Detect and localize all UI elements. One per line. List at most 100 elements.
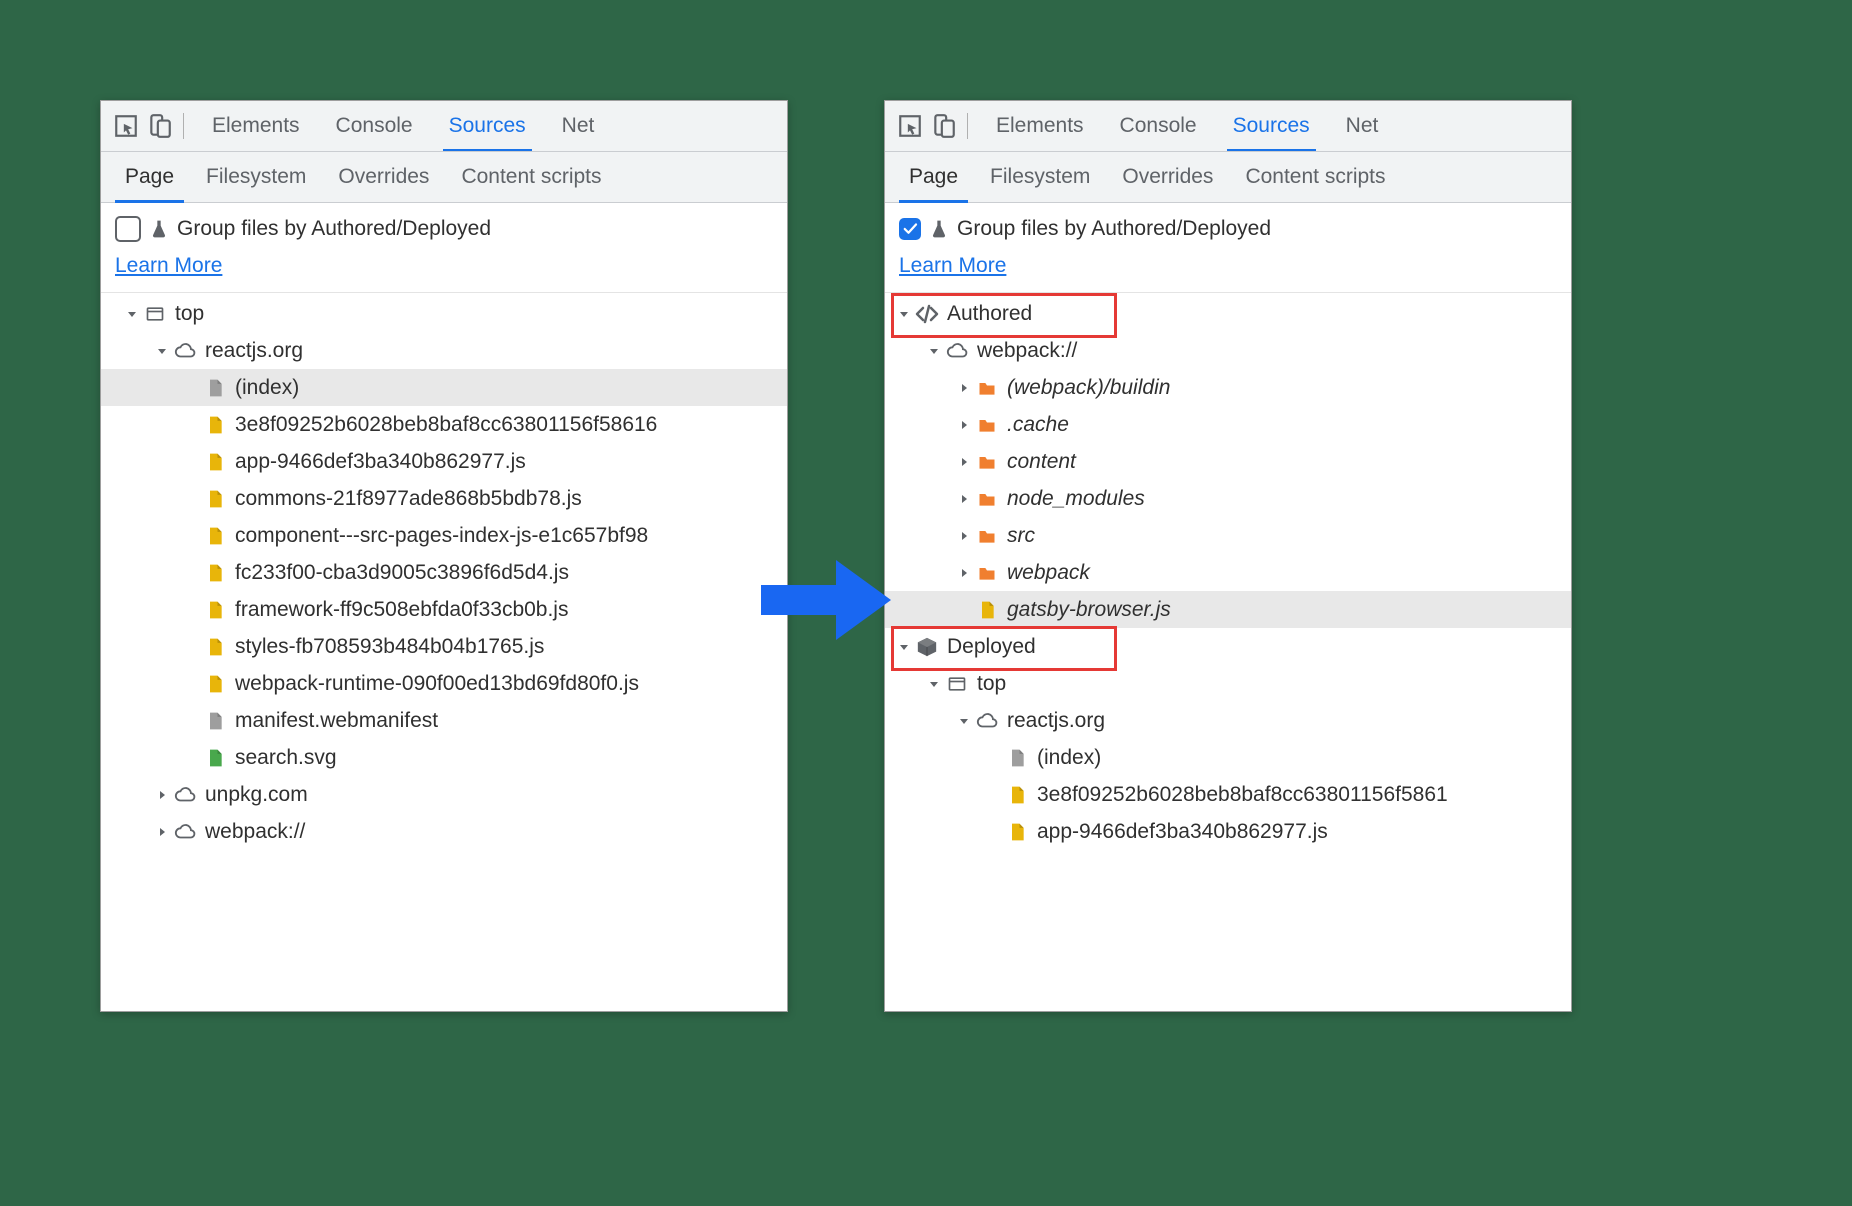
folder-icon	[975, 563, 999, 583]
tree-item[interactable]: app-9466def3ba340b862977.js	[885, 813, 1571, 850]
chevron-right-icon[interactable]	[957, 567, 971, 579]
tree-item[interactable]: src	[885, 517, 1571, 554]
tree-item[interactable]: manifest.webmanifest	[101, 702, 787, 739]
tab-console[interactable]: Console	[322, 101, 427, 151]
js-file-icon	[203, 637, 227, 657]
chevron-down-icon[interactable]	[897, 641, 911, 653]
subtab-filesystem[interactable]: Filesystem	[976, 152, 1104, 202]
toolbar-divider	[183, 113, 184, 139]
tab-elements[interactable]: Elements	[982, 101, 1098, 151]
learn-more-link[interactable]: Learn More	[115, 250, 222, 283]
group-by-checkbox[interactable]	[115, 216, 141, 242]
chevron-down-icon[interactable]	[957, 715, 971, 727]
chevron-right-icon[interactable]	[957, 530, 971, 542]
tree-item-label: Deployed	[947, 635, 1036, 659]
folder-icon	[975, 378, 999, 398]
device-toggle-icon[interactable]	[147, 113, 173, 139]
transition-arrow	[756, 550, 896, 650]
tree-item[interactable]: webpack://	[101, 813, 787, 850]
tree-item[interactable]: webpack-runtime-090f00ed13bd69fd80f0.js	[101, 665, 787, 702]
sources-subtabs: Page Filesystem Overrides Content script…	[885, 152, 1571, 203]
tree-item-label: .cache	[1007, 413, 1069, 437]
chevron-right-icon[interactable]	[957, 493, 971, 505]
tree-item-label: search.svg	[235, 746, 337, 770]
cloud-icon	[975, 710, 999, 732]
tree-item[interactable]: top	[101, 295, 787, 332]
tree-item-label: top	[977, 672, 1006, 696]
tab-console[interactable]: Console	[1106, 101, 1211, 151]
tree-item[interactable]: 3e8f09252b6028beb8baf8cc63801156f58616	[101, 406, 787, 443]
subtab-page[interactable]: Page	[895, 152, 972, 202]
inspect-icon[interactable]	[113, 113, 139, 139]
chevron-right-icon[interactable]	[957, 419, 971, 431]
subtab-content-scripts[interactable]: Content scripts	[447, 152, 615, 202]
chevron-down-icon[interactable]	[927, 678, 941, 690]
group-by-checkbox[interactable]	[899, 218, 921, 240]
chevron-right-icon[interactable]	[155, 826, 169, 838]
devtools-panel-before: Elements Console Sources Net Page Filesy…	[100, 100, 788, 1012]
subtab-filesystem[interactable]: Filesystem	[192, 152, 320, 202]
chevron-right-icon[interactable]	[957, 456, 971, 468]
cube-icon	[915, 636, 939, 658]
tab-network[interactable]: Net	[548, 101, 609, 151]
tab-sources[interactable]: Sources	[1219, 101, 1324, 151]
tree-item[interactable]: top	[885, 665, 1571, 702]
subtab-overrides[interactable]: Overrides	[324, 152, 443, 202]
tree-item[interactable]: reactjs.org	[101, 332, 787, 369]
subtab-page[interactable]: Page	[111, 152, 188, 202]
js-file-icon	[203, 600, 227, 620]
js-file-icon	[203, 452, 227, 472]
chevron-right-icon[interactable]	[957, 382, 971, 394]
tree-item[interactable]: 3e8f09252b6028beb8baf8cc63801156f5861	[885, 776, 1571, 813]
learn-more-link[interactable]: Learn More	[899, 250, 1006, 283]
subtab-content-scripts[interactable]: Content scripts	[1231, 152, 1399, 202]
tree-item-label: webpack://	[977, 339, 1077, 363]
chevron-down-icon[interactable]	[155, 345, 169, 357]
tree-item[interactable]: framework-ff9c508ebfda0f33cb0b.js	[101, 591, 787, 628]
tree-item[interactable]: component---src-pages-index-js-e1c657bf9…	[101, 517, 787, 554]
tree-item[interactable]: node_modules	[885, 480, 1571, 517]
tree-item-label: node_modules	[1007, 487, 1145, 511]
tree-item[interactable]: app-9466def3ba340b862977.js	[101, 443, 787, 480]
tree-item[interactable]: fc233f00-cba3d9005c3896f6d5d4.js	[101, 554, 787, 591]
tab-network[interactable]: Net	[1332, 101, 1393, 151]
tree-item-label: fc233f00-cba3d9005c3896f6d5d4.js	[235, 561, 569, 585]
frame-icon	[945, 674, 969, 694]
tab-elements[interactable]: Elements	[198, 101, 314, 151]
tree-item[interactable]: unpkg.com	[101, 776, 787, 813]
tree-item[interactable]: Deployed	[885, 628, 1571, 665]
tree-item[interactable]: (webpack)/buildin	[885, 369, 1571, 406]
tree-item[interactable]: (index)	[101, 369, 787, 406]
main-toolbar: Elements Console Sources Net	[885, 101, 1571, 152]
cloud-icon	[173, 784, 197, 806]
chevron-down-icon[interactable]	[125, 308, 139, 320]
tree-item[interactable]: commons-21f8977ade868b5bdb78.js	[101, 480, 787, 517]
tree-item-label: 3e8f09252b6028beb8baf8cc63801156f5861	[1037, 783, 1448, 807]
tree-item[interactable]: .cache	[885, 406, 1571, 443]
tree-item-label: webpack	[1007, 561, 1090, 585]
devtools-panel-after: Elements Console Sources Net Page Filesy…	[884, 100, 1572, 1012]
tree-item-label: (index)	[1037, 746, 1101, 770]
tree-item-label: webpack-runtime-090f00ed13bd69fd80f0.js	[235, 672, 639, 696]
tree-item[interactable]: Authored	[885, 295, 1571, 332]
tree-item[interactable]: styles-fb708593b484b04b1765.js	[101, 628, 787, 665]
file-tree: topreactjs.org(index)3e8f09252b6028beb8b…	[101, 293, 787, 850]
js-file-icon	[203, 674, 227, 694]
inspect-icon[interactable]	[897, 113, 923, 139]
chevron-right-icon[interactable]	[155, 789, 169, 801]
chevron-down-icon[interactable]	[897, 308, 911, 320]
toolbar-divider	[967, 113, 968, 139]
tree-item[interactable]: gatsby-browser.js	[885, 591, 1571, 628]
tab-sources[interactable]: Sources	[435, 101, 540, 151]
tree-item[interactable]: content	[885, 443, 1571, 480]
subtab-overrides[interactable]: Overrides	[1108, 152, 1227, 202]
tree-item[interactable]: reactjs.org	[885, 702, 1571, 739]
tree-item-label: commons-21f8977ade868b5bdb78.js	[235, 487, 582, 511]
tree-item[interactable]: webpack	[885, 554, 1571, 591]
tree-item[interactable]: webpack://	[885, 332, 1571, 369]
tree-item[interactable]: search.svg	[101, 739, 787, 776]
device-toggle-icon[interactable]	[931, 113, 957, 139]
chevron-down-icon[interactable]	[927, 345, 941, 357]
js-file-icon	[1005, 785, 1029, 805]
tree-item[interactable]: (index)	[885, 739, 1571, 776]
